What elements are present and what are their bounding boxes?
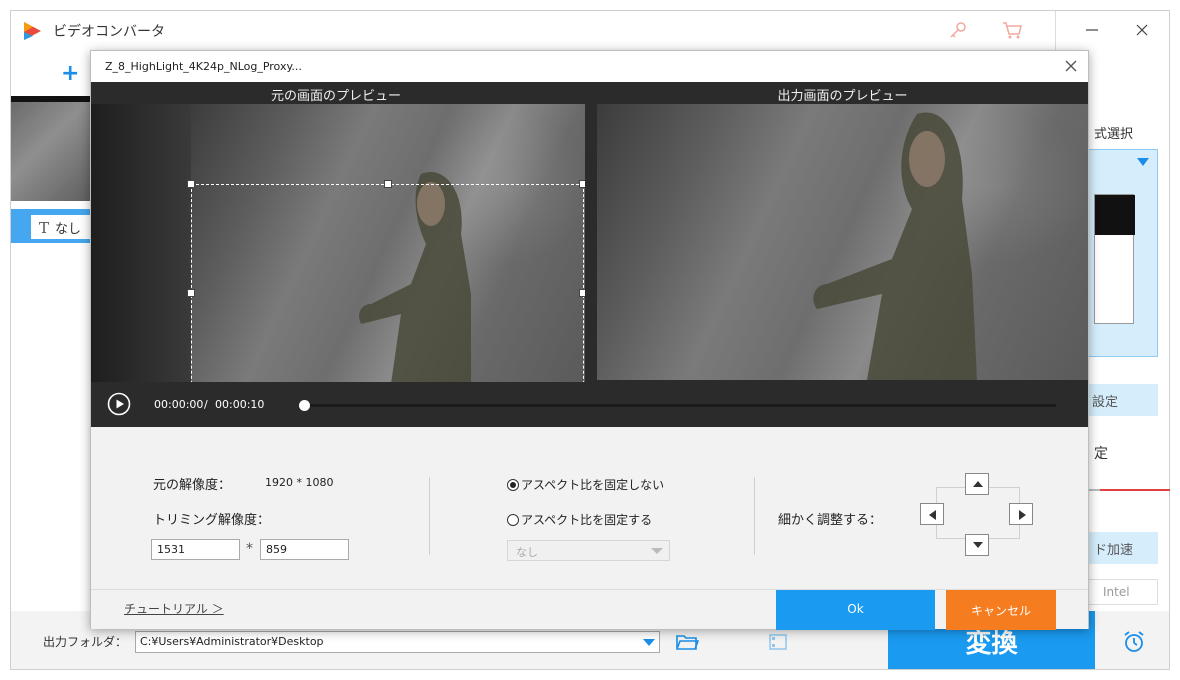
format-file-icon <box>1094 194 1135 324</box>
output-folder-label: 出力フォルダ： <box>43 635 128 649</box>
app-logo-icon <box>24 22 41 40</box>
arrow-down-button[interactable] <box>965 534 989 556</box>
arrow-left-icon <box>929 510 936 520</box>
cart-icon[interactable] <box>1001 19 1023 41</box>
alarm-clock-icon[interactable] <box>1121 629 1147 655</box>
titlebar-separator <box>1055 11 1056 51</box>
dialog-footer: チュートリアル ＞ Ok キャンセル <box>91 589 1088 630</box>
arrow-right-icon <box>1019 510 1026 520</box>
arrow-up-icon <box>973 481 983 487</box>
film-icon[interactable] <box>767 631 789 653</box>
divider <box>429 477 430 555</box>
add-file-button[interactable]: + <box>61 61 79 86</box>
output-path-field[interactable]: C:¥Users¥Administrator¥Desktop <box>135 631 660 653</box>
arrow-right-button[interactable] <box>1009 503 1033 525</box>
quality-slider[interactable] <box>1072 489 1170 491</box>
output-preview-label: 出力画面のプレビュー <box>777 89 908 104</box>
tutorial-link[interactable]: チュートリアル ＞ <box>124 600 224 617</box>
aspect-free-label: アスペクト比を固定しない <box>521 478 665 492</box>
fine-adjust-label: 細かく調整する： <box>778 513 883 528</box>
chevron-down-icon[interactable] <box>643 639 655 646</box>
aspect-fixed-radio[interactable]: アスペクト比を固定する <box>507 511 652 528</box>
ok-button[interactable]: Ok <box>776 590 935 630</box>
aspect-free-radio[interactable]: アスペクト比を固定しない <box>507 476 664 493</box>
seek-thumb[interactable] <box>299 400 310 411</box>
chevron-down-icon <box>651 548 663 554</box>
crop-controls: 元の解像度： 1920 * 1080 トリミング解像度： 1531 * 859 … <box>91 427 1088 589</box>
minimize-icon[interactable] <box>1081 19 1103 41</box>
subtitle-value: なし <box>55 222 82 237</box>
original-resolution-label: 元の解像度： <box>153 478 232 493</box>
radio-unselected-icon[interactable] <box>507 514 519 526</box>
output-path-value: C:¥Users¥Administrator¥Desktop <box>140 635 324 648</box>
arrow-left-button[interactable] <box>920 503 944 525</box>
dialog-title-bar: Z_8_HighLight_4K24p_NLog_Proxy... <box>91 51 1088 82</box>
source-preview-label: 元の画面のプレビュー <box>270 89 401 104</box>
key-icon[interactable] <box>947 19 969 41</box>
chevron-down-icon[interactable] <box>1137 158 1149 166</box>
preview-area: 元の画面のプレビュー 出力画面のプレビュー 00:00:00 / 00:00:1… <box>91 82 1088 427</box>
crop-handle-left[interactable] <box>187 289 195 297</box>
video-thumbnail[interactable] <box>11 96 101 201</box>
arrow-up-button[interactable] <box>965 473 989 495</box>
aspect-fixed-label: アスペクト比を固定する <box>521 513 653 527</box>
seek-bar[interactable] <box>304 404 1056 407</box>
title-bar: ビデオコンバータ <box>11 11 1169 51</box>
time-separator: / <box>204 398 208 411</box>
folder-icon[interactable] <box>675 631 699 653</box>
times-sign: * <box>246 541 253 557</box>
aspect-ratio-select[interactable]: なし <box>507 540 670 561</box>
cancel-button[interactable]: キャンセル <box>946 590 1056 630</box>
trim-height-input[interactable]: 859 <box>260 539 349 560</box>
source-video-preview <box>91 104 585 382</box>
dialog-title: Z_8_HighLight_4K24p_NLog_Proxy... <box>105 60 302 73</box>
trim-resolution-label: トリミング解像度： <box>153 513 271 528</box>
aspect-ratio-value: なし <box>516 546 538 559</box>
fine-adjust-pad <box>920 473 1035 556</box>
original-resolution-value: 1920 * 1080 <box>265 476 334 489</box>
crop-handle-top-right[interactable] <box>579 180 585 188</box>
divider <box>754 477 755 555</box>
crop-handle-top[interactable] <box>384 180 392 188</box>
crop-rectangle[interactable] <box>191 184 584 382</box>
format-select-label: 式選択 <box>1094 127 1134 142</box>
crop-handle-top-left[interactable] <box>187 180 195 188</box>
output-video-preview <box>597 104 1088 380</box>
close-icon[interactable] <box>1131 19 1153 41</box>
time-current: 00:00:00 <box>154 398 204 411</box>
crop-handle-right[interactable] <box>579 289 585 297</box>
arrow-down-icon <box>973 542 983 548</box>
time-total: 00:00:10 <box>215 398 265 411</box>
person-figure <box>813 112 977 380</box>
crop-dialog: Z_8_HighLight_4K24p_NLog_Proxy... 元の画面のプ… <box>90 50 1089 630</box>
output-setting-label: 定 <box>1094 446 1108 462</box>
radio-selected-icon[interactable] <box>507 479 519 491</box>
playback-bar: 00:00:00 / 00:00:10 <box>91 382 1088 427</box>
play-icon[interactable] <box>107 392 131 416</box>
app-title: ビデオコンバータ <box>53 24 165 40</box>
trim-width-input[interactable]: 1531 <box>151 539 240 560</box>
close-icon[interactable] <box>1064 59 1078 73</box>
text-icon: T <box>39 219 50 237</box>
subtitle-strip: T なし <box>11 209 101 243</box>
